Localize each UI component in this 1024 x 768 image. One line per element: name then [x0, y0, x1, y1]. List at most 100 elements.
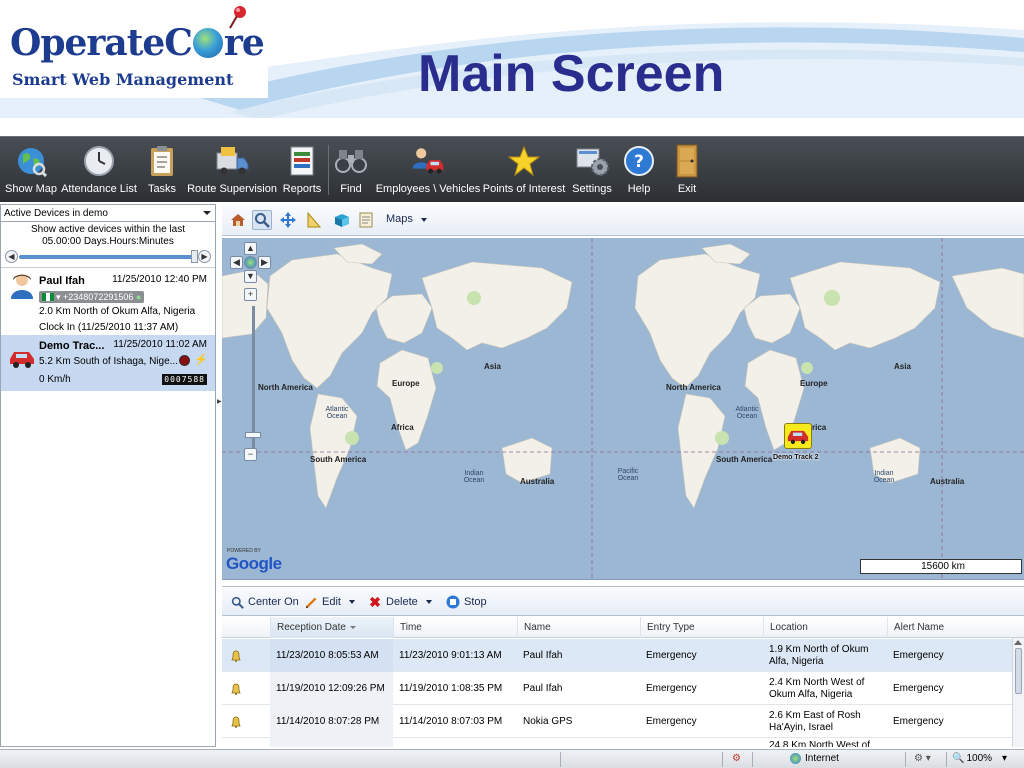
collapse-left-panel-icon[interactable]: ▶	[217, 398, 222, 405]
devices-filter-select[interactable]: Active Devices in demo	[1, 205, 215, 222]
toolbar-settings[interactable]: Settings	[570, 137, 614, 203]
toolbar-points-of-interest[interactable]: Points of Interest	[482, 137, 566, 203]
notes-icon[interactable]	[356, 210, 376, 230]
toolbar-find[interactable]: Find	[334, 137, 368, 203]
column-header-time[interactable]: Time	[393, 617, 517, 638]
table-row[interactable]: 11/23/2010 8:05:53 AM 11/23/2010 9:01:13…	[222, 639, 1012, 672]
reset-view-icon[interactable]	[244, 256, 257, 269]
continent-label: Asia	[484, 362, 501, 371]
toolbar-label: Points of Interest	[482, 183, 566, 195]
main-toolbar: Show Map Attendance List Tasks Route Sup…	[0, 136, 1024, 202]
maps-menu-button[interactable]: Maps	[386, 213, 427, 225]
slider-right-arrow-icon[interactable]: ▶	[198, 250, 211, 263]
tools-icon: ⚙ ▾	[914, 753, 931, 764]
zoom-slider-thumb[interactable]	[245, 432, 261, 438]
google-logo[interactable]: Google	[226, 554, 282, 574]
pan-left-icon[interactable]: ◀	[230, 256, 243, 269]
toolbar-label: Settings	[572, 183, 612, 195]
delete-label: Delete	[386, 596, 418, 608]
device-item-paul-ifah[interactable]: Paul Ifah 11/25/2010 12:40 PM ▾ +2348072…	[1, 269, 215, 335]
vehicle-marker[interactable]	[784, 423, 812, 449]
slider-track	[19, 255, 197, 259]
vehicle-marker-label: Demo Track 2	[773, 454, 819, 461]
pan-right-icon[interactable]: ▶	[258, 256, 271, 269]
bell-icon	[231, 716, 241, 728]
logo-tagline: Smart Web Management	[12, 70, 234, 89]
time-window-slider[interactable]: ◀ ▶	[5, 250, 211, 264]
toolbar-label: Attendance List	[61, 183, 137, 195]
security-zone-label: Internet	[805, 753, 839, 764]
continent-label: Africa	[391, 423, 414, 432]
table-row[interactable]: 11/14/2010 8:07:28 PM 11/14/2010 8:07:03…	[222, 705, 1012, 738]
settings-icon	[575, 144, 609, 178]
table-row[interactable]: 24.8 Km North West of	[222, 738, 1012, 747]
chevron-down-icon	[420, 218, 427, 222]
scrollbar-thumb[interactable]	[1015, 648, 1022, 694]
zoom-tool-icon[interactable]	[252, 210, 272, 230]
pan-tool-icon[interactable]	[278, 210, 298, 230]
divider	[752, 752, 753, 767]
pan-down-icon[interactable]: ▼	[244, 270, 257, 283]
zoom-slider-track[interactable]	[252, 306, 255, 448]
zoom-in-icon[interactable]: +	[244, 288, 257, 301]
edit-button[interactable]: Edit	[304, 595, 355, 609]
column-header-reception-date[interactable]: Reception Date	[270, 617, 393, 638]
toolbar-attendance-list[interactable]: Attendance List	[61, 137, 137, 203]
column-header-location[interactable]: Location	[763, 617, 887, 638]
toolbar-show-map[interactable]: Show Map	[5, 137, 57, 203]
nigeria-flag-icon	[42, 293, 54, 301]
home-icon[interactable]	[228, 210, 248, 230]
cell-reception-date: 11/14/2010 8:07:28 PM	[270, 705, 393, 738]
toolbar-label: Employees \ Vehicles	[375, 183, 481, 195]
slider-thumb[interactable]	[191, 250, 198, 263]
toolbar-exit[interactable]: Exit	[670, 137, 704, 203]
ocean-label: Indian Ocean	[873, 470, 895, 484]
delete-button[interactable]: ✖ Delete	[368, 594, 432, 610]
column-header-name[interactable]: Name	[517, 617, 640, 638]
browser-status-bar: ⚙ Internet ⚙ ▾ 🔍 100% ▾	[0, 749, 1024, 768]
zoom-level-button[interactable]: 🔍 100% ▾	[952, 753, 1007, 764]
cell-location: 1.9 Km North of Okum Alfa, Nigeria	[769, 643, 869, 667]
star-icon	[507, 144, 541, 178]
slider-left-arrow-icon[interactable]: ◀	[5, 250, 18, 263]
clock-icon	[82, 144, 116, 178]
column-header-entry-type[interactable]: Entry Type	[640, 617, 763, 638]
stop-button[interactable]: Stop	[446, 595, 487, 609]
map-toolbar: Maps	[222, 204, 1024, 236]
divider	[722, 752, 723, 767]
layers-icon[interactable]	[332, 210, 352, 230]
column-header-alert-name[interactable]: Alert Name	[887, 617, 1012, 638]
security-zone[interactable]: Internet	[790, 753, 839, 764]
toolbar-reports[interactable]: Reports	[282, 137, 322, 203]
toolbar-employees-vehicles[interactable]: Employees \ Vehicles	[375, 137, 481, 203]
pushpin-icon	[229, 6, 246, 29]
world-map[interactable]: North America South America Europe Afric…	[222, 238, 1024, 580]
slide: OperateC re Smart Web Management Main Scr…	[0, 0, 1024, 768]
center-on-button[interactable]: Center On	[230, 595, 299, 609]
protected-mode-icon[interactable]: ⚙	[732, 753, 741, 764]
device-item-demo-track[interactable]: Demo Trac... 11/25/2010 11:02 AM 5.2 Km …	[1, 335, 215, 391]
scroll-up-icon[interactable]	[1014, 640, 1022, 645]
pan-up-icon[interactable]: ▲	[244, 242, 257, 255]
cell-entry-type: Emergency	[646, 715, 697, 727]
stop-icon	[446, 595, 460, 609]
cell-name: Paul Ifah	[523, 649, 563, 661]
toolbar-help[interactable]: ? Help	[622, 137, 656, 203]
measure-tool-icon[interactable]	[304, 210, 324, 230]
zoom-out-icon[interactable]: −	[244, 448, 257, 461]
events-grid: Reception Date Time Name Entry Type Loca…	[222, 617, 1024, 747]
car-icon	[10, 352, 34, 368]
divider	[560, 752, 561, 767]
zoom-level-label: 100%	[966, 753, 993, 764]
add-ons-button[interactable]: ⚙ ▾	[914, 753, 931, 764]
device-name: Paul Ifah	[39, 275, 85, 287]
car-icon	[787, 430, 809, 444]
table-row[interactable]: 11/19/2010 12:09:26 PM 11/19/2010 1:08:3…	[222, 672, 1012, 705]
toolbar-tasks[interactable]: Tasks	[144, 137, 180, 203]
continent-label: Europe	[392, 379, 420, 388]
continent-label: Europe	[800, 379, 828, 388]
grid-scrollbar[interactable]	[1012, 638, 1024, 747]
phone-chip[interactable]: ▾ +2348072291506 ●	[39, 291, 145, 303]
toolbar-route-supervision[interactable]: Route Supervision	[187, 137, 277, 203]
center-on-label: Center On	[248, 596, 299, 608]
